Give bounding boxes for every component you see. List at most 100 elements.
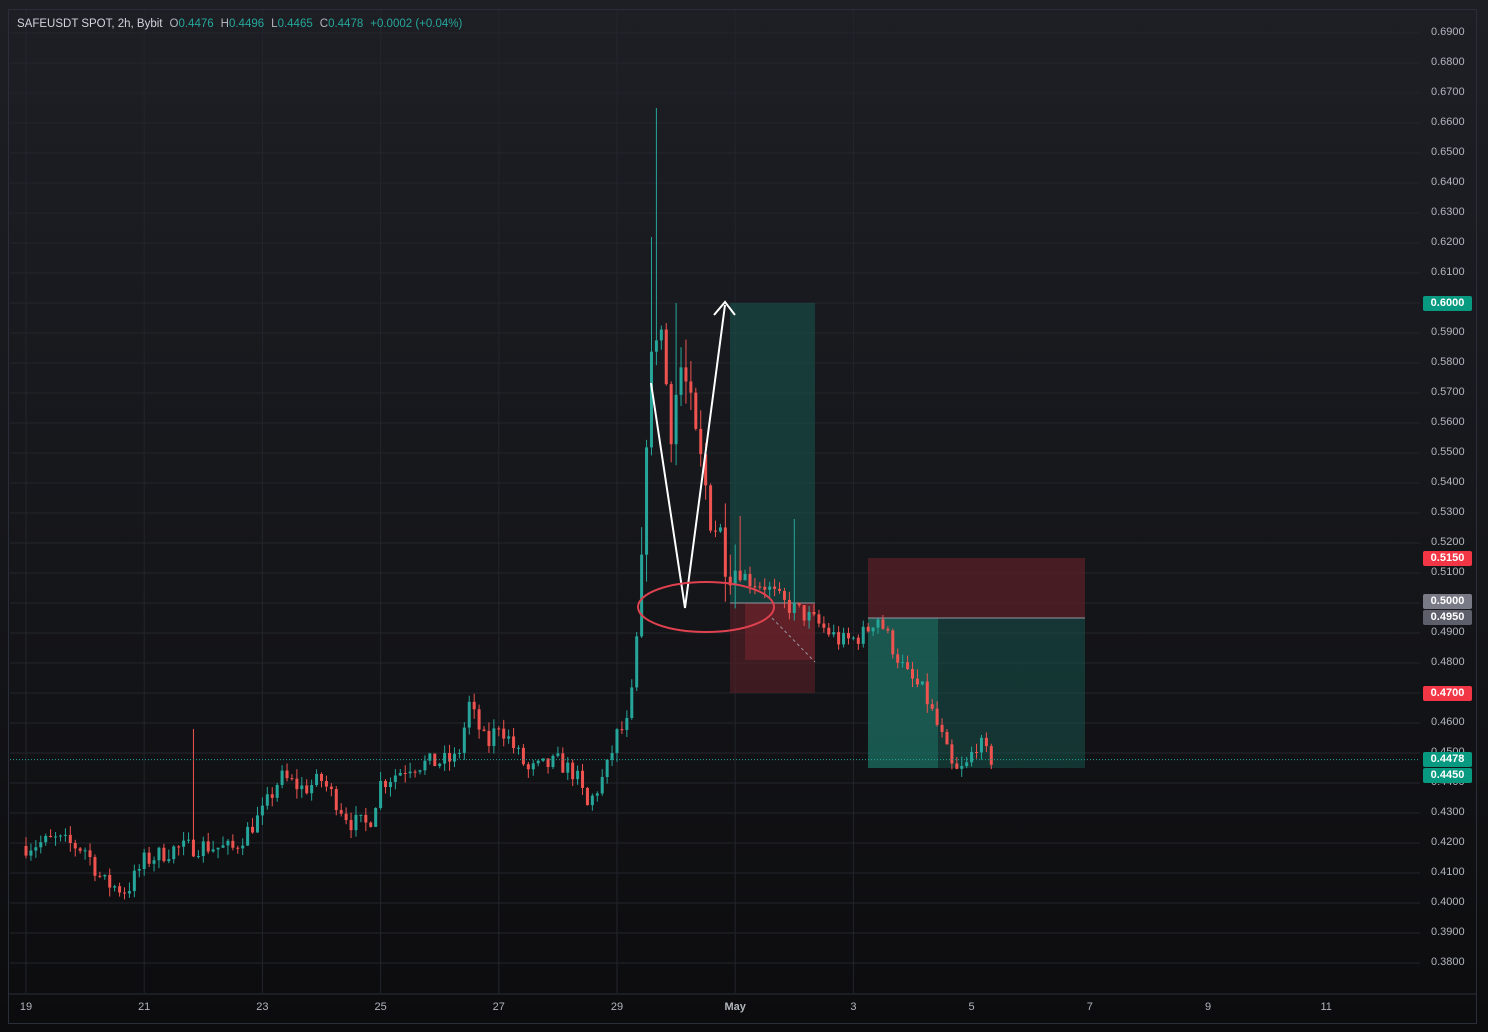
candle-body bbox=[167, 859, 171, 862]
candle-body bbox=[24, 846, 28, 856]
candle-body bbox=[970, 752, 974, 763]
candle-body bbox=[393, 775, 397, 782]
candle-body bbox=[255, 815, 259, 833]
candle-body bbox=[975, 752, 979, 754]
candle-body bbox=[787, 599, 791, 613]
candle-body bbox=[797, 602, 801, 606]
candle-body bbox=[827, 627, 831, 635]
candle-body bbox=[315, 773, 319, 786]
candle-body bbox=[866, 626, 870, 632]
candle-body bbox=[487, 730, 491, 747]
candle-body bbox=[526, 764, 530, 770]
candle-body bbox=[44, 835, 48, 843]
candle-body bbox=[812, 612, 816, 615]
candle-body bbox=[502, 728, 506, 739]
candle-body bbox=[940, 724, 944, 733]
candle-body bbox=[300, 785, 304, 790]
candle-body bbox=[585, 787, 589, 806]
candle-body bbox=[157, 847, 161, 861]
price-label-0-6000: 0.6000 bbox=[1423, 296, 1472, 311]
candle-body bbox=[329, 786, 333, 790]
price-tick-label: 0.5900 bbox=[1431, 326, 1465, 338]
candle-body bbox=[915, 678, 919, 685]
candle-body bbox=[630, 687, 634, 718]
price-tick-label: 0.5200 bbox=[1431, 536, 1465, 548]
candle-body bbox=[891, 630, 895, 655]
candle-body bbox=[718, 527, 722, 532]
candle-body bbox=[196, 856, 200, 858]
price-tick-label: 0.5500 bbox=[1431, 446, 1465, 458]
candle-body bbox=[551, 755, 555, 767]
candle-body bbox=[359, 814, 363, 816]
price-tick-label: 0.6200 bbox=[1431, 236, 1465, 248]
candle-body bbox=[758, 586, 762, 588]
candle-body bbox=[561, 753, 565, 773]
candle-body bbox=[571, 762, 575, 780]
price-tick-label: 0.5700 bbox=[1431, 386, 1465, 398]
candle-body bbox=[512, 736, 516, 749]
symbol-label[interactable]: SAFEUSDT SPOT, 2h, Bybit bbox=[17, 18, 163, 30]
candle-body bbox=[191, 839, 195, 857]
candle-body bbox=[615, 729, 619, 754]
candle-body bbox=[305, 785, 309, 794]
price-tick-label: 0.4600 bbox=[1431, 716, 1465, 728]
candle-body bbox=[241, 845, 245, 849]
candle-body bbox=[955, 763, 959, 769]
candle-body bbox=[664, 329, 668, 385]
candle-body bbox=[364, 814, 368, 823]
candle-body bbox=[886, 628, 890, 631]
candle-body bbox=[206, 841, 210, 852]
candle-body bbox=[443, 753, 447, 764]
price-tick-label: 0.3900 bbox=[1431, 926, 1465, 938]
candle-body bbox=[876, 619, 880, 628]
candle-body bbox=[467, 701, 471, 728]
candle-body bbox=[103, 874, 107, 877]
time-tick-label: 29 bbox=[610, 1001, 624, 1013]
candle-body bbox=[182, 840, 186, 847]
price-label-0-4478: 0.4478 bbox=[1423, 751, 1472, 767]
candle-body bbox=[920, 681, 924, 685]
candle-body bbox=[738, 570, 742, 581]
candle-body bbox=[930, 704, 934, 709]
candle-body bbox=[275, 784, 279, 798]
price-tick-label: 0.5100 bbox=[1431, 566, 1465, 578]
candle-body bbox=[260, 805, 264, 816]
time-tick-label: 11 bbox=[1320, 1001, 1332, 1013]
time-tick-label: 27 bbox=[492, 1001, 505, 1013]
candle-body bbox=[472, 701, 476, 710]
candle-body bbox=[807, 612, 811, 621]
open-value: 0.4476 bbox=[178, 18, 214, 30]
candle-body bbox=[645, 447, 649, 555]
candle-body bbox=[792, 602, 796, 613]
candle-body bbox=[521, 747, 525, 765]
change-value: +0.0002 (+0.04%) bbox=[370, 18, 463, 30]
price-tick-label: 0.4300 bbox=[1431, 806, 1465, 818]
candle-body bbox=[113, 886, 117, 888]
candle-body bbox=[172, 846, 176, 860]
candle-body bbox=[236, 847, 240, 849]
candle-body bbox=[388, 781, 392, 788]
candle-body bbox=[576, 770, 580, 780]
candle-body bbox=[118, 886, 122, 893]
candle-body bbox=[492, 728, 496, 747]
candle-body bbox=[339, 810, 343, 814]
price-tick-label: 0.4800 bbox=[1431, 656, 1465, 668]
close-value: 0.4478 bbox=[328, 18, 364, 30]
candle-body bbox=[216, 847, 220, 850]
time-tick-label: 5 bbox=[968, 1001, 975, 1013]
candle-body bbox=[935, 708, 939, 725]
candle-body bbox=[320, 773, 323, 782]
candle-body bbox=[162, 847, 166, 862]
price-label-0-4950: 0.4950 bbox=[1423, 610, 1472, 625]
candle-body bbox=[73, 843, 77, 849]
candlesticks bbox=[24, 108, 993, 900]
candle-body bbox=[137, 869, 141, 871]
price-chart[interactable] bbox=[0, 0, 1488, 1032]
price-tick-label: 0.6600 bbox=[1431, 116, 1465, 128]
candle-body bbox=[620, 729, 624, 731]
candle-body bbox=[684, 367, 688, 382]
candle-body bbox=[669, 384, 673, 445]
candle-body bbox=[782, 590, 786, 600]
price-label-0-4700: 0.4700 bbox=[1423, 686, 1472, 701]
candle-body bbox=[694, 392, 698, 429]
